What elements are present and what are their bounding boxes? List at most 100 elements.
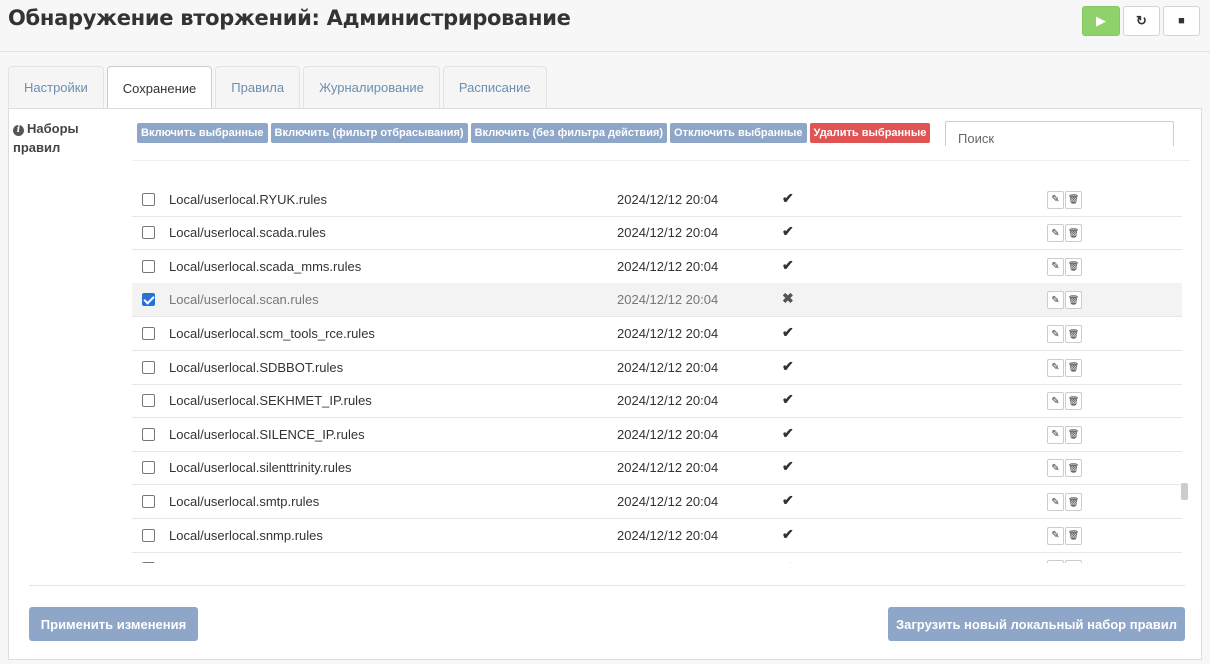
apply-changes-button[interactable]: Применить изменения xyxy=(29,607,198,641)
rule-name: Local/userlocal.scm_tools_rce.rules xyxy=(169,326,375,341)
table-row[interactable]: Local/userlocal.scm_tools_rce.rules 2024/… xyxy=(132,317,1182,351)
rule-name: Local/userlocal.snmp.rules xyxy=(169,527,323,543)
pencil-icon: ✎ xyxy=(1051,328,1060,340)
section-label: i Наборы правил xyxy=(13,119,123,157)
trash-icon: 🗑 xyxy=(1067,462,1080,473)
enabled-check-icon[interactable]: ✔ xyxy=(782,324,794,341)
row-checkbox[interactable] xyxy=(142,528,155,542)
enabled-check-icon[interactable]: ✔ xyxy=(782,358,794,375)
rule-list[interactable]: Local/userlocal.RYUK.rules 2024/12/12 20:… xyxy=(132,160,1190,563)
table-row[interactable]: Local/userlocal.RYUK.rules 2024/12/12 20:… xyxy=(132,183,1182,217)
row-checkbox[interactable] xyxy=(142,495,155,508)
enable-drop-filter-button[interactable]: Включить (фильтр отбрасывания) xyxy=(270,123,468,143)
stop-icon: ■ xyxy=(1178,15,1185,27)
delete-button[interactable]: 🗑 xyxy=(1065,358,1082,377)
page-header: Обнаружение вторжений: Администрирование… xyxy=(0,0,1210,52)
edit-button[interactable]: ✎ xyxy=(1047,526,1064,545)
row-checkbox[interactable] xyxy=(142,394,155,408)
delete-button[interactable]: 🗑 xyxy=(1065,560,1082,563)
pencil-icon: ✎ xyxy=(1051,429,1060,441)
start-service-button[interactable]: ▶ xyxy=(1082,6,1120,36)
trash-icon: 🗑 xyxy=(1067,429,1080,440)
rule-name: Local/userlocal.SPALAX_IP.rules xyxy=(169,561,359,563)
edit-button[interactable]: ✎ xyxy=(1047,190,1064,209)
list-scrollbar[interactable] xyxy=(1181,483,1188,500)
table-row[interactable]: Local/userlocal.scada_mms.rules 2024/12/1… xyxy=(132,250,1182,284)
enable-no-action-filter-button[interactable]: Включить (без фильтра действия) xyxy=(470,123,668,143)
tab-settings[interactable]: Настройки xyxy=(8,66,104,108)
disable-selected-button[interactable]: Отключить выбранные xyxy=(670,123,807,143)
tab-schedule[interactable]: Расписание xyxy=(442,66,547,108)
pencil-icon: ✎ xyxy=(1051,462,1060,474)
row-checkbox[interactable] xyxy=(142,427,155,441)
row-checkbox[interactable] xyxy=(142,562,155,563)
row-checkbox[interactable] xyxy=(142,461,155,475)
enabled-check-icon[interactable]: ✔ xyxy=(782,559,794,563)
delete-button[interactable]: 🗑 xyxy=(1065,425,1082,444)
edit-button[interactable]: ✎ xyxy=(1047,459,1064,478)
delete-button[interactable]: 🗑 xyxy=(1065,291,1082,310)
table-row[interactable]: Local/userlocal.SILENCE_IP.rules 2024/12/… xyxy=(132,418,1182,452)
enabled-check-icon[interactable]: ✔ xyxy=(782,391,794,408)
enabled-check-icon[interactable]: ✔ xyxy=(782,425,794,442)
row-checkbox[interactable] xyxy=(142,226,155,240)
delete-button[interactable]: 🗑 xyxy=(1065,493,1082,511)
pencil-icon: ✎ xyxy=(1051,261,1060,273)
enabled-check-icon[interactable]: ✔ xyxy=(782,492,794,509)
table-row[interactable]: Local/userlocal.SEKHMET_IP.rules 2024/12/… xyxy=(132,384,1182,419)
delete-button[interactable]: 🗑 xyxy=(1065,325,1082,343)
delete-button[interactable]: 🗑 xyxy=(1065,257,1082,276)
delete-button[interactable]: 🗑 xyxy=(1065,392,1082,411)
restart-service-button[interactable]: ↻ xyxy=(1123,6,1160,36)
row-checkbox[interactable] xyxy=(142,327,155,340)
trash-icon: 🗑 xyxy=(1067,362,1080,373)
edit-button[interactable]: ✎ xyxy=(1047,425,1064,444)
table-row[interactable]: Local/userlocal.scan.rules 2024/12/12 20:… xyxy=(132,283,1182,318)
edit-button[interactable]: ✎ xyxy=(1047,224,1064,243)
rule-date: 2024/12/12 20:04 xyxy=(617,326,719,341)
rule-date: 2024/12/12 20:04 xyxy=(617,527,719,543)
rule-name: Local/userlocal.SILENCE_IP.rules xyxy=(169,426,365,442)
table-row[interactable]: Local/userlocal.silenttrinity.rules 2024/… xyxy=(132,451,1182,486)
edit-button[interactable]: ✎ xyxy=(1047,493,1064,511)
table-row[interactable]: Local/userlocal.SPALAX_IP.rules 2024/12/1… xyxy=(132,552,1182,563)
enabled-check-icon[interactable]: ✔ xyxy=(782,257,794,274)
delete-button[interactable]: 🗑 xyxy=(1065,224,1082,243)
enabled-check-icon[interactable]: ✔ xyxy=(782,526,794,543)
enabled-check-icon[interactable]: ✔ xyxy=(782,223,794,240)
tab-rules[interactable]: Правила xyxy=(215,66,301,108)
delete-button[interactable]: 🗑 xyxy=(1065,190,1082,209)
stop-service-button[interactable]: ■ xyxy=(1163,6,1200,36)
rule-name: Local/userlocal.scada.rules xyxy=(169,225,326,241)
delete-button[interactable]: 🗑 xyxy=(1065,526,1082,545)
row-checkbox[interactable] xyxy=(142,259,155,273)
trash-icon: 🗑 xyxy=(1067,496,1080,507)
row-checkbox[interactable] xyxy=(142,360,155,374)
edit-button[interactable]: ✎ xyxy=(1047,325,1064,343)
pencil-icon: ✎ xyxy=(1051,294,1060,306)
enable-selected-button[interactable]: Включить выбранные xyxy=(137,123,268,143)
trash-icon: 🗑 xyxy=(1067,328,1080,339)
tab-logging[interactable]: Журналирование xyxy=(303,66,440,108)
info-icon[interactable]: i xyxy=(13,125,24,136)
page-title: Обнаружение вторжений: Администрирование xyxy=(8,6,571,30)
edit-button[interactable]: ✎ xyxy=(1047,291,1064,310)
delete-selected-button[interactable]: Удалить выбранные xyxy=(809,123,931,143)
edit-button[interactable]: ✎ xyxy=(1047,560,1064,563)
edit-button[interactable]: ✎ xyxy=(1047,392,1064,411)
enabled-check-icon[interactable]: ✔ xyxy=(782,458,794,475)
edit-button[interactable]: ✎ xyxy=(1047,358,1064,377)
edit-button[interactable]: ✎ xyxy=(1047,257,1064,276)
table-row[interactable]: Local/userlocal.snmp.rules 2024/12/12 20:… xyxy=(132,519,1182,553)
enabled-check-icon[interactable]: ✔ xyxy=(782,190,794,207)
tab-saving[interactable]: Сохранение xyxy=(106,66,213,109)
row-checkbox[interactable] xyxy=(142,293,155,307)
table-row[interactable]: Local/userlocal.SDBBOT.rules 2024/12/12 2… xyxy=(132,351,1182,385)
upload-ruleset-button[interactable]: Загрузить новый локальный набор правил xyxy=(888,607,1185,641)
delete-button[interactable]: 🗑 xyxy=(1065,459,1082,478)
table-row[interactable]: Local/userlocal.scada.rules 2024/12/12 20… xyxy=(132,216,1182,251)
table-row[interactable]: Local/userlocal.smtp.rules 2024/12/12 20:… xyxy=(132,485,1182,519)
row-checkbox[interactable] xyxy=(142,192,155,206)
rule-date: 2024/12/12 20:04 xyxy=(617,359,719,375)
disabled-cross-icon[interactable]: ✖ xyxy=(782,290,794,307)
